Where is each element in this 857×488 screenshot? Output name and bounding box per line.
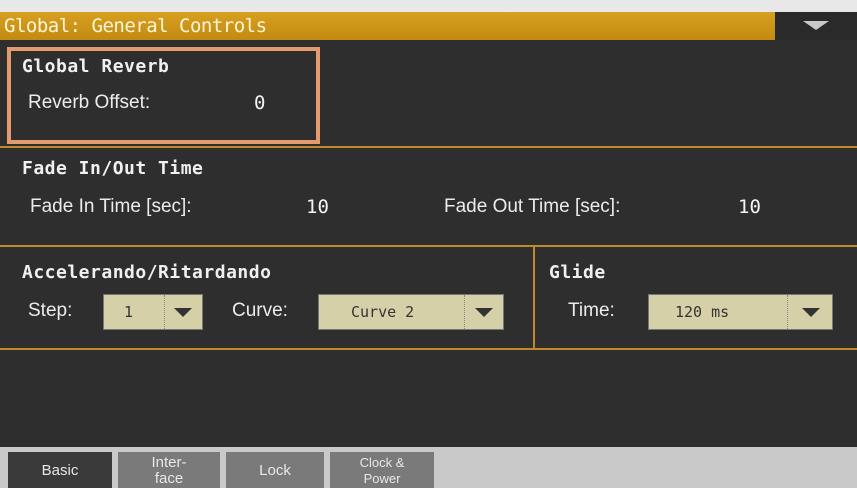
glide-time-label: Time:: [568, 300, 615, 321]
tab-interface-label-2: face: [154, 470, 184, 487]
step-value: 1: [124, 303, 134, 321]
chevron-down-icon: [803, 21, 829, 30]
fade-title: Fade In/Out Time: [22, 158, 204, 179]
tab-clock-power-label-2: Power: [363, 471, 401, 486]
tab-clock-power-label-1: Clock &: [359, 455, 405, 470]
curve-dropdown-button[interactable]: [464, 295, 503, 329]
glide-time-dropdown-button[interactable]: [787, 295, 832, 329]
tab-basic-label: Basic: [41, 462, 79, 479]
divider-1: [0, 146, 857, 148]
tab-interface-label-1: Inter-: [151, 454, 187, 471]
step-dropdown-button[interactable]: [164, 295, 202, 329]
fade-out-label: Fade Out Time [sec]:: [444, 196, 621, 217]
chevron-down-icon: [475, 308, 493, 317]
curve-value: Curve 2: [351, 303, 415, 321]
tab-clock-power[interactable]: Clock & Power: [330, 452, 434, 488]
page-title: Global: General Controls: [4, 15, 267, 37]
glide-title: Glide: [549, 262, 606, 283]
curve-dropdown[interactable]: Curve 2: [318, 294, 504, 330]
fade-in-label: Fade In Time [sec]:: [30, 196, 192, 217]
divider-2: [0, 245, 857, 247]
reverb-offset-label: Reverb Offset:: [28, 92, 151, 113]
curve-label: Curve:: [232, 300, 288, 321]
glide-time-value: 120 ms: [675, 303, 730, 321]
fade-out-value[interactable]: 10: [738, 196, 761, 218]
tab-lock-label: Lock: [259, 462, 291, 479]
step-label: Step:: [28, 300, 73, 321]
reverb-offset-value[interactable]: 0: [254, 92, 265, 114]
tab-interface[interactable]: Inter- face: [118, 452, 220, 488]
glide-time-dropdown[interactable]: 120 ms: [648, 294, 833, 330]
chevron-down-icon: [174, 308, 192, 317]
page-menu-button[interactable]: [775, 12, 857, 40]
divider-vertical: [533, 245, 535, 350]
tab-basic[interactable]: Basic: [8, 452, 112, 488]
fade-in-value[interactable]: 10: [306, 196, 329, 218]
accel-title: Accelerando/Ritardando: [22, 262, 272, 283]
tab-lock[interactable]: Lock: [226, 452, 324, 488]
global-reverb-title: Global Reverb: [22, 56, 170, 77]
step-dropdown[interactable]: 1: [103, 294, 203, 330]
divider-3: [0, 348, 857, 350]
screen: Global: General Controls Global Reverb R…: [0, 0, 857, 488]
chevron-down-icon: [802, 308, 820, 317]
